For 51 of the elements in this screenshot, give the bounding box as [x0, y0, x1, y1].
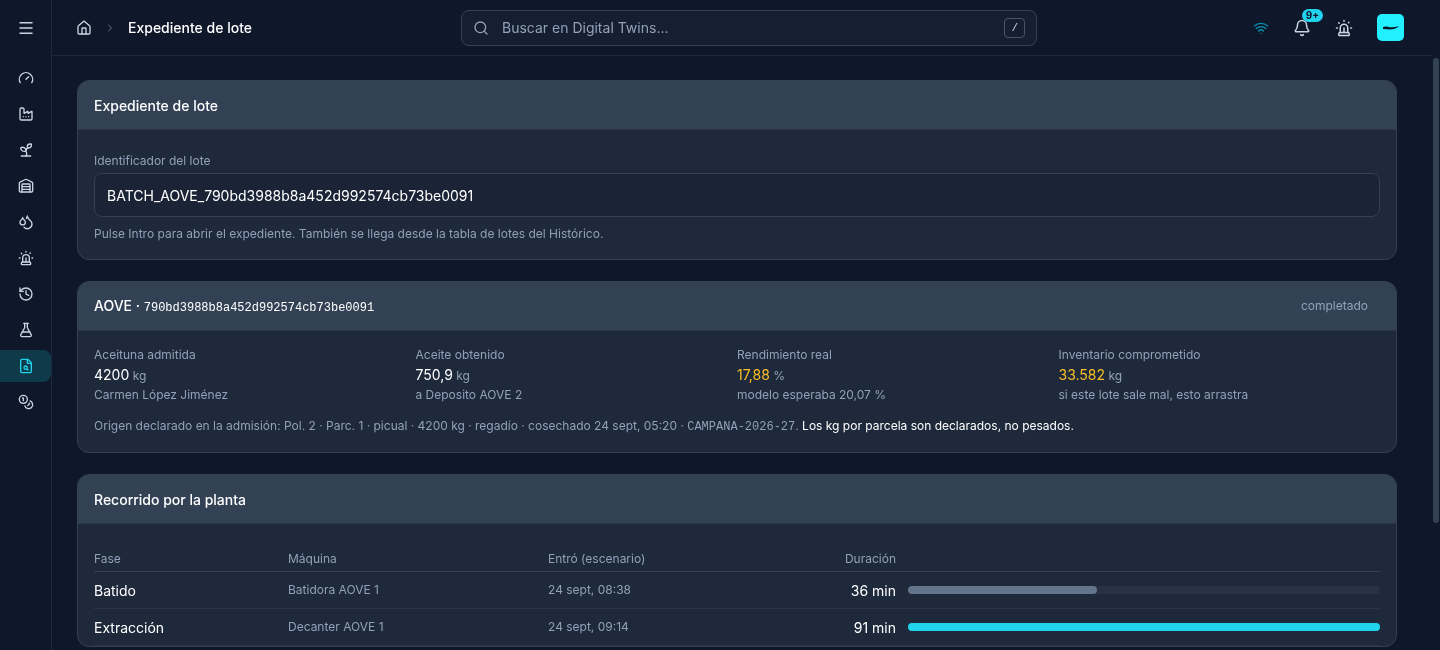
- hint-text: Pulse Intro para abrir el expediente. También se llega desde la tabla de lotes del Histórico.: [94, 225, 604, 243]
- siren-icon: [17, 250, 34, 266]
- stat-note: si este lote sale mal, esto arrastra: [1058, 387, 1249, 403]
- stat-label: Aceite obtenido: [415, 347, 505, 363]
- home-icon[interactable]: [76, 19, 92, 36]
- coins-icon: [17, 394, 34, 410]
- history-icon: [17, 286, 34, 302]
- stat-value: 750,9 kg: [415, 365, 470, 385]
- gauge-icon: [17, 70, 34, 86]
- field-label: Identificador del lote: [94, 152, 211, 170]
- stat-value: 33.582 kg: [1058, 365, 1123, 385]
- breadcrumb-title: Expediente de lote: [128, 18, 252, 38]
- date-cell: 24 sept, 08:38: [548, 581, 631, 599]
- search-icon: [473, 19, 489, 36]
- sprout-icon: [17, 142, 34, 158]
- siren-icon[interactable]: [1335, 18, 1353, 37]
- phase-cell-text: Extracción: [94, 617, 165, 638]
- stat-label: Rendimiento real: [737, 347, 832, 363]
- batch-title: AOVE · 790bd3988b8a452d992574cb73be0091: [94, 296, 375, 317]
- card-title: Recorrido por la planta: [94, 489, 246, 510]
- batch-id-field[interactable]: BATCH_AOVE_790bd3988b8a452d992574cb73be0091: [94, 173, 1380, 217]
- column-header: Máquina: [288, 549, 337, 568]
- stat-note: modelo esperaba 20,07 %: [737, 387, 887, 403]
- stat-label: Aceituna admitida: [94, 347, 196, 363]
- machine-cell: Batidora AOVE 1: [288, 581, 379, 599]
- origin-text: Origen declarado en la admisión: Pol. 2 · Parc. 1 · picual · 4200 kg · regadío · cosechado 24 sept, 05:20 · CAMPANA-2026-27. Los kg por parcela son declarados, no pesados.: [94, 417, 1075, 436]
- phase-cell-text: Batido: [94, 580, 136, 601]
- card-title: Expediente de lote: [94, 95, 218, 116]
- machine-cell: Decanter AOVE 1: [288, 618, 384, 636]
- column-header: Fase: [94, 549, 121, 568]
- stat-value: 17,88 %: [737, 365, 786, 385]
- shortcut-key: /: [1004, 17, 1025, 38]
- warehouse-icon: [17, 178, 34, 194]
- stat-value: 4200 kg: [94, 365, 147, 385]
- factory-icon: [17, 106, 34, 122]
- sidebar-item[interactable]: [0, 350, 51, 382]
- stat-label: Inventario comprometido: [1058, 347, 1201, 363]
- notification-badge: 9+: [1301, 8, 1323, 22]
- stat-note: Carmen López Jiménez: [94, 387, 229, 403]
- bell-icon[interactable]: [1293, 18, 1311, 37]
- column-header: Entró (escenario): [548, 549, 646, 568]
- logo-icon: [1377, 14, 1404, 41]
- flask-icon: [17, 322, 34, 338]
- date-cell: 24 sept, 09:14: [548, 618, 629, 636]
- status-label: completado: [1300, 297, 1369, 315]
- file-search-icon: [17, 358, 34, 374]
- duration-cell-text: 36 min: [850, 580, 896, 601]
- column-header: Duración: [844, 549, 896, 568]
- droplets-icon: [17, 214, 34, 230]
- duration-cell-text: 91 min: [853, 617, 896, 638]
- stat-note: a Deposito AOVE 2: [415, 387, 523, 403]
